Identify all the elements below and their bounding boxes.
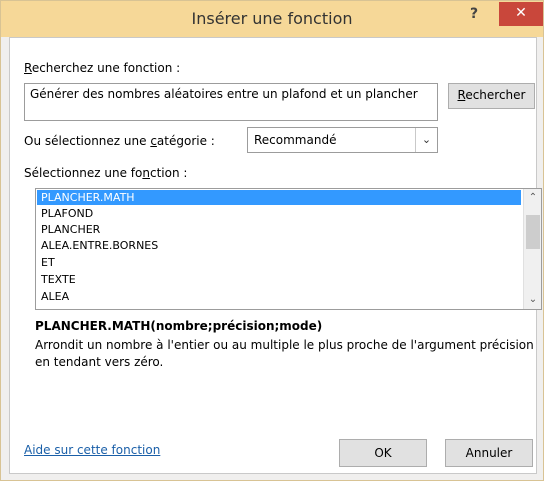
search-label: Recherchez une fonction : <box>24 61 180 75</box>
function-list-label-post: ction : <box>150 166 188 180</box>
function-list-item[interactable]: TEXTE <box>37 272 521 287</box>
category-label-pre: Ou sélectionnez une <box>24 134 151 148</box>
search-label-text: echerchez une fonction : <box>31 61 181 75</box>
category-label-post: atégorie : <box>156 134 215 148</box>
function-list-item[interactable]: ET <box>37 255 521 270</box>
function-signature: PLANCHER.MATH(nombre;précision;mode) <box>35 319 323 333</box>
close-button[interactable]: ✕ <box>499 2 543 26</box>
insert-function-dialog: Insérer une fonction ? ✕ Recherchez une … <box>0 0 544 481</box>
chevron-down-icon[interactable]: ⌄ <box>524 293 541 307</box>
ok-button[interactable]: OK <box>339 439 427 467</box>
title-bar[interactable]: Insérer une fonction ? ✕ <box>1 1 543 37</box>
search-input[interactable]: Générer des nombres aléatoires entre un … <box>24 83 438 121</box>
function-list-label-accesskey: n <box>142 166 150 180</box>
function-list-item[interactable]: ALEA <box>37 289 521 304</box>
function-description: Arrondit un nombre à l'entier ou au mult… <box>35 338 534 369</box>
function-list-item[interactable]: PLANCHER.MATH <box>37 190 521 205</box>
function-list-label-pre: Sélectionnez une fo <box>24 166 143 180</box>
chevron-down-icon[interactable]: ⌄ <box>415 128 437 152</box>
function-list-scrollbar[interactable]: ⌃ ⌄ <box>523 189 541 309</box>
cancel-button[interactable]: Annuler <box>445 439 533 467</box>
help-button[interactable]: ? <box>453 4 495 28</box>
scrollbar-thumb[interactable] <box>526 215 540 249</box>
function-list-item[interactable]: ALEA.ENTRE.BORNES <box>37 238 521 253</box>
function-list-item[interactable]: PLANCHER <box>37 222 521 237</box>
category-select[interactable]: Recommandé ⌄ <box>247 127 438 153</box>
category-selected-value: Recommandé <box>254 133 337 147</box>
function-list-item[interactable]: PLAFOND <box>37 206 521 221</box>
function-list[interactable]: PLANCHER.MATH PLAFOND PLANCHER ALEA.ENTR… <box>35 188 542 310</box>
help-on-function-link[interactable]: Aide sur cette fonction <box>24 443 160 457</box>
search-label-accesskey: R <box>24 61 32 75</box>
chevron-up-icon[interactable]: ⌃ <box>524 191 541 205</box>
category-label: Ou sélectionnez une catégorie : <box>24 134 215 148</box>
close-icon: ✕ <box>515 5 527 21</box>
search-button-label: echercher <box>465 88 526 102</box>
search-button[interactable]: Rechercher <box>448 83 535 109</box>
category-label-accesskey: c <box>150 134 157 148</box>
function-list-label: Sélectionnez une fonction : <box>24 166 187 180</box>
